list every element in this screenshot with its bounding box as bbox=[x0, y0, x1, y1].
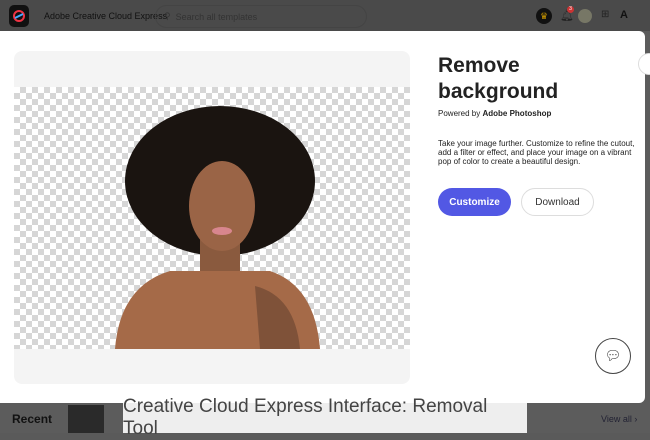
image-preview bbox=[14, 51, 410, 384]
download-button[interactable]: Download bbox=[521, 188, 594, 216]
notifications-bell-icon[interactable]: 🔔︎ 3 bbox=[560, 6, 574, 23]
powered-by: Powered by Adobe Photoshop bbox=[438, 109, 551, 118]
chat-icon: 💬︎ bbox=[604, 348, 622, 363]
premium-crown-icon[interactable]: ♛ bbox=[536, 8, 552, 24]
cc-express-logo-icon bbox=[13, 10, 25, 22]
customize-button[interactable]: Customize bbox=[438, 188, 511, 216]
search-placeholder: Search all templates bbox=[175, 11, 258, 22]
powered-by-prefix: Powered by bbox=[438, 109, 483, 118]
view-all-link[interactable]: View all › bbox=[601, 414, 637, 424]
top-bar: Adobe Creative Cloud Express ⚲ Search al… bbox=[0, 0, 650, 31]
search-icon: ⚲ bbox=[164, 11, 171, 21]
powered-by-brand: Adobe Photoshop bbox=[482, 109, 552, 118]
caption-bar: Creative Cloud Express Interface: Remova… bbox=[123, 396, 527, 439]
recent-thumbnail[interactable] bbox=[68, 405, 104, 433]
modal-title: Remove background bbox=[438, 54, 559, 103]
close-button[interactable] bbox=[638, 53, 650, 75]
avatar[interactable] bbox=[578, 9, 592, 23]
remove-background-modal: Remove background Powered by Adobe Photo… bbox=[0, 31, 650, 403]
app-logo[interactable] bbox=[9, 5, 29, 27]
modal-description: Take your image further. Customize to re… bbox=[438, 139, 635, 166]
search-input[interactable]: ⚲ Search all templates bbox=[155, 5, 367, 28]
notification-badge: 3 bbox=[567, 6, 574, 13]
app-title: Adobe Creative Cloud Express bbox=[44, 11, 168, 21]
feedback-chat-button[interactable]: 💬︎ bbox=[595, 338, 631, 374]
apps-grid-icon[interactable]: ⊞ bbox=[601, 9, 615, 23]
cutout-portrait-image bbox=[115, 106, 320, 349]
adobe-logo-icon[interactable]: A bbox=[620, 9, 634, 23]
recent-heading: Recent bbox=[12, 412, 53, 426]
